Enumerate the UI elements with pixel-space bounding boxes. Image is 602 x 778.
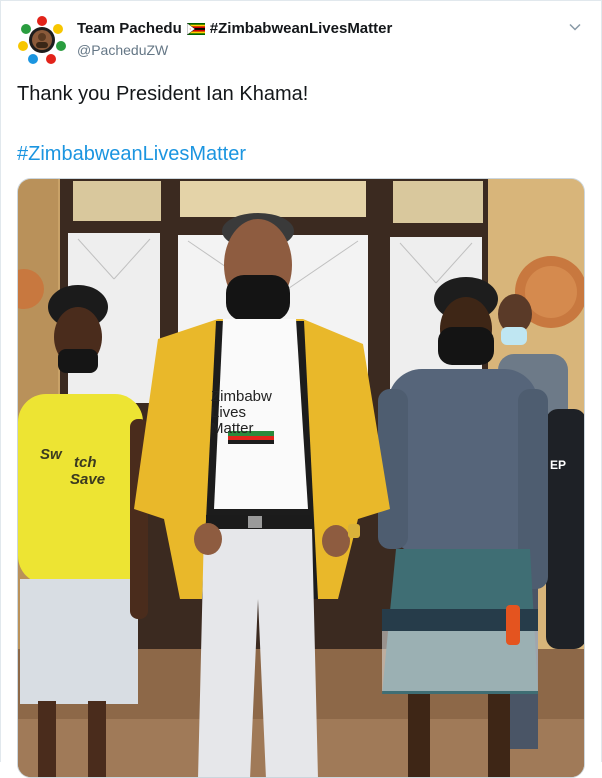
shirt-center-text-2: Lives — [211, 404, 246, 421]
zimbabwe-flag-icon — [186, 23, 205, 35]
shirt-left-text-1: Sw — [40, 446, 63, 463]
svg-text:EP: EP — [550, 458, 566, 472]
team-pachedu-logo-icon — [18, 16, 66, 64]
shirt-center-text-1: Zimbabw — [211, 388, 272, 405]
author-handle[interactable]: @PacheduZW — [77, 40, 557, 60]
group-photo-image: EP Sw tch Save Zimbabw Lives Matter — [18, 179, 584, 777]
tweet-hashtag-link[interactable]: #ZimbabweanLivesMatter — [17, 141, 246, 167]
tweet-header: Team Pachedu #ZimbabweanLivesMatter @Pac… — [77, 19, 557, 60]
tweet-photo[interactable]: EP Sw tch Save Zimbabw Lives Matter — [17, 178, 585, 778]
author-name-hashtag[interactable]: #ZimbabweanLivesMatter — [210, 19, 393, 39]
author-name-row: Team Pachedu #ZimbabweanLivesMatter — [77, 19, 557, 39]
author-name[interactable]: Team Pachedu — [77, 19, 182, 39]
tweet-card: Team Pachedu #ZimbabweanLivesMatter @Pac… — [0, 0, 602, 778]
shirt-center-text-3: Matter — [211, 420, 254, 437]
shirt-left-text-2: tch — [74, 454, 97, 471]
tweet-menu-button[interactable] — [567, 19, 583, 35]
shirt-left-text-3: Save — [70, 471, 105, 488]
avatar[interactable] — [17, 15, 67, 65]
tweet-text: Thank you President Ian Khama! — [17, 83, 309, 105]
chevron-down-icon — [569, 23, 581, 31]
